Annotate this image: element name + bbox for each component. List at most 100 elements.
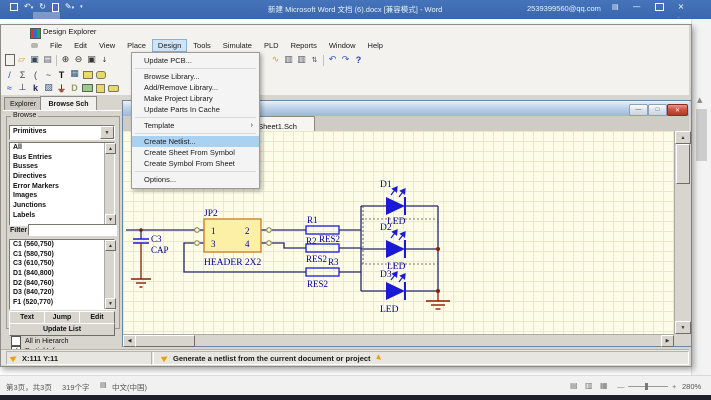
menubar-grip[interactable] xyxy=(31,43,38,48)
list-item[interactable]: All xyxy=(10,143,114,153)
undo-icon[interactable]: ↶▾ xyxy=(24,3,33,11)
scroll-up-icon[interactable]: ▲ xyxy=(105,143,116,154)
objects-list[interactable]: C1 (560,750) C1 (580,750) C3 (610,750) D… xyxy=(9,239,115,310)
canvas-vscrollbar[interactable]: ▲ ▼ xyxy=(674,131,690,334)
line-tool-icon[interactable]: / xyxy=(3,68,16,81)
menu-simulate[interactable]: Simulate xyxy=(217,39,258,52)
list-item[interactable]: Junctions xyxy=(10,201,114,211)
scroll-thumb[interactable] xyxy=(676,144,690,184)
restore-button[interactable] xyxy=(655,3,664,11)
browse-library-icon[interactable]: ▥ xyxy=(282,54,295,67)
image-tool-icon[interactable]: ▦ xyxy=(68,68,81,81)
component-d2[interactable]: D2 LED xyxy=(380,223,406,272)
account-email[interactable]: 2539399560@qq.com xyxy=(527,4,601,13)
port-tool-icon[interactable] xyxy=(107,82,120,95)
list-item[interactable]: Directives xyxy=(10,172,114,182)
part-tool-icon[interactable]: D xyxy=(68,82,81,95)
list-item[interactable]: Labels xyxy=(10,211,114,221)
menu-item-update-parts-in-cache[interactable]: Update Parts In Cache xyxy=(132,104,259,115)
menu-item-create-netlist[interactable]: Create Netlist... xyxy=(132,136,259,147)
menu-window[interactable]: Window xyxy=(323,39,362,52)
doc-maximize-button[interactable]: □ xyxy=(648,104,667,116)
zoom-window-icon[interactable]: ▣ xyxy=(85,54,98,67)
browse-mode-select[interactable]: Primitives ▼ xyxy=(9,125,115,140)
scroll-down-icon[interactable]: ▼ xyxy=(105,298,116,309)
menu-design[interactable]: Design xyxy=(152,39,187,52)
net-label-tool-icon[interactable]: ▨ xyxy=(42,82,55,95)
scroll-up-icon[interactable]: ▲ xyxy=(105,240,116,251)
draw-icon[interactable]: ✎▾ xyxy=(65,3,74,11)
save-icon[interactable]: ▣ xyxy=(28,54,41,67)
language-indicator[interactable]: 中文(中国) xyxy=(112,382,147,393)
menu-item-template[interactable]: Template › xyxy=(132,120,259,131)
polygon-tool-icon[interactable]: Σ xyxy=(16,68,29,81)
objects-scrollbar[interactable]: ▲ ▼ xyxy=(104,240,114,309)
menu-view[interactable]: View xyxy=(93,39,121,52)
read-mode-icon[interactable]: ▤ xyxy=(570,382,578,390)
update-parts-icon[interactable]: ⇅ xyxy=(308,54,321,67)
scroll-thumb[interactable] xyxy=(696,109,707,161)
library-list-icon[interactable]: ▥ xyxy=(295,54,308,67)
menu-pld[interactable]: PLD xyxy=(258,39,285,52)
bus-entry-tool-icon[interactable]: k xyxy=(29,82,42,95)
new-document-icon[interactable] xyxy=(52,3,59,12)
sheet-entry-tool-icon[interactable] xyxy=(94,82,107,95)
page-indicator[interactable]: 第3页，共3页 xyxy=(6,382,52,393)
web-layout-icon[interactable]: ▦ xyxy=(600,382,608,390)
object-item[interactable]: C1 (580,750) xyxy=(10,250,114,260)
open-document-icon[interactable]: ▱ xyxy=(15,54,28,67)
close-button[interactable]: × xyxy=(678,3,685,11)
object-item[interactable]: D1 (840,800) xyxy=(10,269,114,279)
zoom-in-button[interactable]: + xyxy=(672,382,676,391)
arc-tool-icon[interactable]: ( xyxy=(29,68,42,81)
new-sheet-icon[interactable] xyxy=(5,54,15,66)
scroll-up-icon[interactable]: ▲ xyxy=(697,97,702,104)
menu-reports[interactable]: Reports xyxy=(285,39,323,52)
word-scrollbar[interactable]: ▲ xyxy=(691,19,711,375)
menu-file[interactable]: File xyxy=(44,39,68,52)
component-d3[interactable]: D3 LED xyxy=(380,270,405,315)
all-in-hierarchy-checkbox[interactable] xyxy=(11,336,21,346)
list-item[interactable]: Bus Entries xyxy=(10,153,114,163)
object-item[interactable]: D2 (840,760) xyxy=(10,279,114,289)
list-item[interactable]: Error Markers xyxy=(10,182,114,192)
collapse-ribbon-icon[interactable]: ⌄ xyxy=(676,14,681,20)
word-count[interactable]: 319个字 xyxy=(62,382,90,393)
tab-browse-sch[interactable]: Browse Sch xyxy=(40,96,97,111)
rounded-rectangle-tool-icon[interactable] xyxy=(94,68,107,81)
tab-explorer[interactable]: Explorer xyxy=(4,97,42,111)
menu-item-make-project-library[interactable]: Make Project Library xyxy=(132,93,259,104)
scroll-thumb[interactable] xyxy=(135,335,195,347)
dropdown-arrow-icon[interactable]: ▼ xyxy=(100,126,114,139)
zoom-percent[interactable]: 280% xyxy=(682,382,701,391)
zoom-out-button[interactable]: — xyxy=(617,382,625,391)
object-item[interactable]: C1 (560,750) xyxy=(10,240,114,250)
menu-item-browse-library[interactable]: Browse Library... xyxy=(132,71,259,82)
menu-help[interactable]: Help xyxy=(362,39,389,52)
doc-minimize-button[interactable]: — xyxy=(629,104,648,116)
filter-input[interactable] xyxy=(28,224,117,236)
menu-item-create-symbol-from-sheet[interactable]: Create Symbol From Sheet xyxy=(132,158,259,169)
categories-list[interactable]: All Bus Entries Busses Directives Error … xyxy=(9,142,115,226)
ribbon-tab-highlight[interactable] xyxy=(33,12,60,19)
print-icon[interactable]: ▤ xyxy=(41,54,54,67)
list-item[interactable]: Images xyxy=(10,191,114,201)
scroll-up-icon[interactable]: ▲ xyxy=(675,131,691,144)
object-item[interactable]: D3 (840,720) xyxy=(10,288,114,298)
fit-document-icon[interactable]: ↓ xyxy=(98,54,111,67)
redo-icon[interactable]: ↷ xyxy=(339,54,352,67)
more-commands-icon[interactable]: ▾ xyxy=(80,5,83,10)
print-layout-icon[interactable]: ▥ xyxy=(585,382,593,390)
save-icon[interactable] xyxy=(10,3,18,11)
help-icon[interactable]: ? xyxy=(352,54,365,67)
menu-place[interactable]: Place xyxy=(121,39,152,52)
menu-item-options[interactable]: Options... xyxy=(132,174,259,185)
minimize-button[interactable]: — xyxy=(633,3,641,11)
update-list-button[interactable]: Update List xyxy=(9,323,115,336)
menu-item-update-pcb[interactable]: Update PCB... xyxy=(132,55,259,66)
ribbon-options-icon[interactable]: ▤ xyxy=(612,4,619,11)
list-item[interactable]: Busses xyxy=(10,162,114,172)
object-item[interactable]: C3 (610,750) xyxy=(10,259,114,269)
wire-tool-icon[interactable]: ≈ xyxy=(3,82,16,95)
menu-item-create-sheet-from-symbol[interactable]: Create Sheet From Symbol xyxy=(132,147,259,158)
